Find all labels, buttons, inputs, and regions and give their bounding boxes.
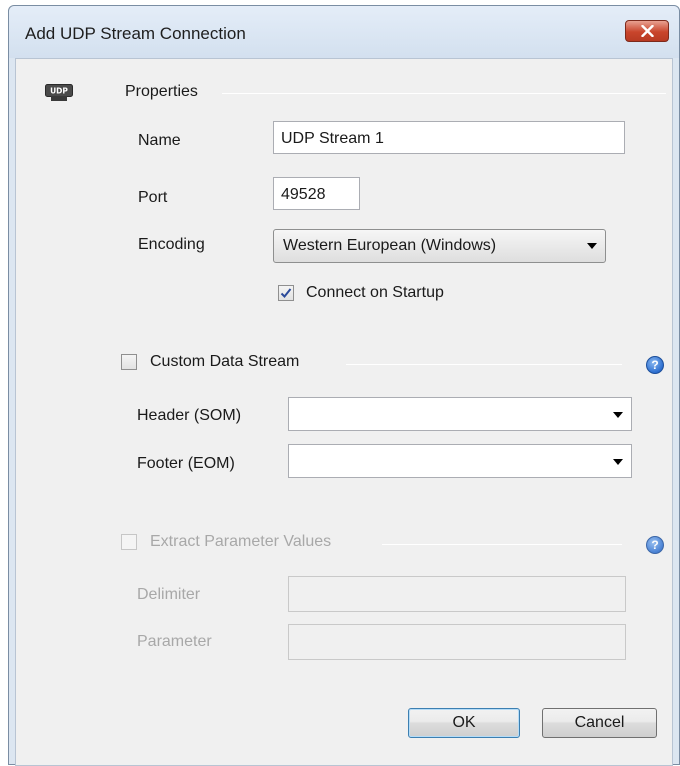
encoding-dropdown-value: Western European (Windows): [283, 237, 497, 254]
port-label: Port: [138, 189, 168, 206]
cancel-button[interactable]: Cancel: [542, 708, 657, 738]
udp-connection-icon: UDP: [45, 84, 73, 101]
title-bar[interactable]: Add UDP Stream Connection: [9, 6, 679, 58]
chevron-down-icon: [587, 243, 597, 249]
dialog-title: Add UDP Stream Connection: [25, 24, 246, 43]
help-icon[interactable]: ?: [646, 356, 664, 374]
header-som-label: Header (SOM): [137, 407, 242, 424]
dialog-body: UDP Properties Name UDP Stream 1 Port 49…: [15, 58, 673, 766]
delimiter-input: [288, 576, 626, 612]
properties-section-label: Properties: [125, 83, 198, 100]
parameter-input: [288, 624, 626, 660]
connect-on-startup-label[interactable]: Connect on Startup: [306, 284, 444, 302]
properties-separator: [222, 93, 666, 94]
close-button[interactable]: [625, 20, 669, 42]
connect-on-startup-checkbox[interactable]: [278, 285, 294, 301]
custom-data-stream-separator: [346, 364, 622, 365]
dialog-window: Add UDP Stream Connection UDP Properties…: [8, 5, 680, 766]
name-input[interactable]: UDP Stream 1: [273, 121, 625, 154]
close-icon: [641, 25, 654, 37]
checkmark-icon: [280, 288, 292, 298]
footer-eom-dropdown[interactable]: [288, 444, 632, 478]
encoding-label: Encoding: [138, 236, 205, 253]
name-label: Name: [138, 132, 181, 149]
extract-parameter-values-separator: [382, 544, 622, 545]
custom-data-stream-checkbox[interactable]: [121, 354, 137, 370]
port-input[interactable]: 49528: [273, 177, 360, 210]
help-icon[interactable]: ?: [646, 536, 664, 554]
chevron-down-icon: [613, 459, 623, 465]
delimiter-label: Delimiter: [137, 586, 201, 603]
extract-parameter-values-label: Extract Parameter Values: [150, 533, 332, 550]
header-som-dropdown[interactable]: [288, 397, 632, 431]
ok-button[interactable]: OK: [408, 708, 520, 738]
custom-data-stream-label[interactable]: Custom Data Stream: [150, 353, 299, 371]
footer-eom-label: Footer (EOM): [137, 455, 235, 472]
encoding-dropdown[interactable]: Western European (Windows): [273, 229, 606, 263]
udp-icon-text: UDP: [50, 87, 68, 96]
chevron-down-icon: [613, 412, 623, 418]
extract-parameter-values-checkbox[interactable]: [121, 534, 137, 550]
parameter-label: Parameter: [137, 633, 212, 650]
